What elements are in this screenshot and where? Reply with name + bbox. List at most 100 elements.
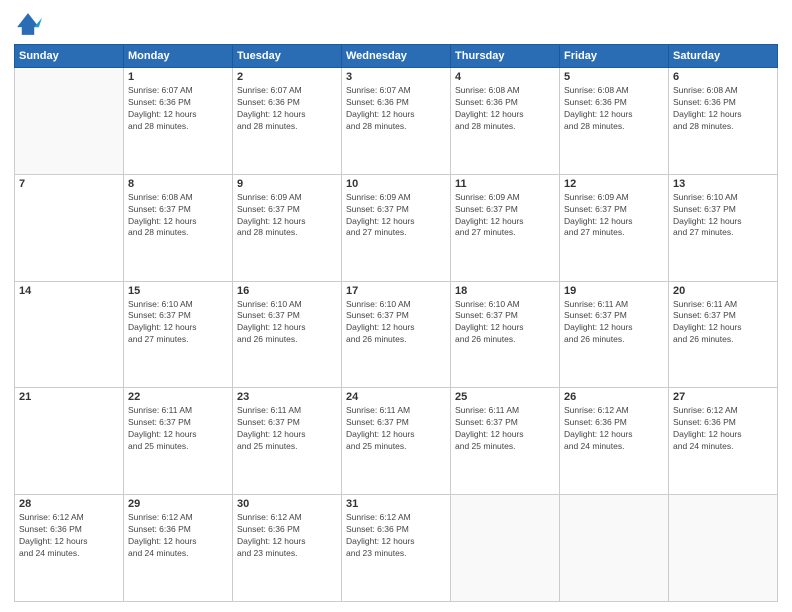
calendar-cell: 8 Sunrise: 6:08 AMSunset: 6:37 PMDaylight… (124, 174, 233, 281)
calendar-cell: 26Sunrise: 6:12 AMSunset: 6:36 PMDayligh… (560, 388, 669, 495)
calendar-cell: 31 Sunrise: 6:12 AMSunset: 6:36 PMDayligh… (342, 495, 451, 602)
day-number: 25 (455, 391, 555, 403)
day-number: 21 (19, 391, 119, 403)
calendar-cell: 16 Sunrise: 6:10 AMSunset: 6:37 PMDayligh… (233, 281, 342, 388)
calendar-week-row: 78 Sunrise: 6:08 AMSunset: 6:37 PMDayligh… (15, 174, 778, 281)
day-number: 16 (237, 285, 337, 297)
calendar-cell: 25 Sunrise: 6:11 AMSunset: 6:37 PMDayligh… (451, 388, 560, 495)
calendar-cell: 17Sunrise: 6:10 AMSunset: 6:37 PMDayligh… (342, 281, 451, 388)
day-header-sunday: Sunday (15, 45, 124, 68)
day-number: 5 (564, 71, 664, 83)
calendar-cell: 9 Sunrise: 6:09 AMSunset: 6:37 PMDaylight… (233, 174, 342, 281)
day-info: Sunrise: 6:12 AMSunset: 6:36 PMDaylight:… (128, 512, 228, 560)
calendar-cell: 2 Sunrise: 6:07 AMSunset: 6:36 PMDaylight… (233, 68, 342, 175)
day-number: 9 (237, 178, 337, 190)
calendar-week-row: 21 22 Sunrise: 6:11 AMSunset: 6:37 PMDayli… (15, 388, 778, 495)
day-info: Sunrise: 6:11 AMSunset: 6:37 PMDaylight:… (237, 405, 337, 453)
day-number: 13 (673, 178, 773, 190)
day-number: 20 (673, 285, 773, 297)
day-info: Sunrise: 6:11 AMSunset: 6:37 PMDaylight:… (346, 405, 446, 453)
day-info: Sunrise: 6:09 AMSunset: 6:37 PMDaylight:… (455, 192, 555, 240)
calendar-cell: 14 (15, 281, 124, 388)
day-number: 2 (237, 71, 337, 83)
day-info: Sunrise: 6:11 AMSunset: 6:37 PMDaylight:… (673, 299, 773, 347)
day-header-tuesday: Tuesday (233, 45, 342, 68)
day-header-thursday: Thursday (451, 45, 560, 68)
calendar-cell: 6 Sunrise: 6:08 AMSunset: 6:36 PMDaylight… (669, 68, 778, 175)
day-info: Sunrise: 6:11 AMSunset: 6:37 PMDaylight:… (128, 405, 228, 453)
calendar-cell: 19Sunrise: 6:11 AMSunset: 6:37 PMDayligh… (560, 281, 669, 388)
day-number: 30 (237, 498, 337, 510)
header (14, 10, 778, 38)
day-info: Sunrise: 6:12 AMSunset: 6:36 PMDaylight:… (19, 512, 119, 560)
day-info: Sunrise: 6:10 AMSunset: 6:37 PMDaylight:… (455, 299, 555, 347)
day-number: 10 (346, 178, 446, 190)
day-number: 17 (346, 285, 446, 297)
day-number: 28 (19, 498, 119, 510)
day-number: 19 (564, 285, 664, 297)
calendar-cell: 7 (15, 174, 124, 281)
day-info: Sunrise: 6:07 AMSunset: 6:36 PMDaylight:… (237, 85, 337, 133)
calendar-cell (451, 495, 560, 602)
day-number: 24 (346, 391, 446, 403)
day-number: 3 (346, 71, 446, 83)
calendar-cell: 30 Sunrise: 6:12 AMSunset: 6:36 PMDayligh… (233, 495, 342, 602)
calendar-cell: 3 Sunrise: 6:07 AMSunset: 6:36 PMDaylight… (342, 68, 451, 175)
calendar-cell: 18 Sunrise: 6:10 AMSunset: 6:37 PMDayligh… (451, 281, 560, 388)
day-number: 6 (673, 71, 773, 83)
day-header-wednesday: Wednesday (342, 45, 451, 68)
day-number: 4 (455, 71, 555, 83)
day-info: Sunrise: 6:08 AMSunset: 6:37 PMDaylight:… (128, 192, 228, 240)
day-info: Sunrise: 6:07 AMSunset: 6:36 PMDaylight:… (128, 85, 228, 133)
day-info: Sunrise: 6:10 AMSunset: 6:37 PMDaylight:… (128, 299, 228, 347)
day-info: Sunrise: 6:08 AMSunset: 6:36 PMDaylight:… (564, 85, 664, 133)
day-header-monday: Monday (124, 45, 233, 68)
calendar-cell: 27 Sunrise: 6:12 AMSunset: 6:36 PMDayligh… (669, 388, 778, 495)
calendar-cell: 20 Sunrise: 6:11 AMSunset: 6:37 PMDayligh… (669, 281, 778, 388)
day-info: Sunrise: 6:10 AMSunset: 6:37 PMDaylight:… (673, 192, 773, 240)
day-number: 18 (455, 285, 555, 297)
day-number: 11 (455, 178, 555, 190)
calendar-table: SundayMondayTuesdayWednesdayThursdayFrid… (14, 44, 778, 602)
day-number: 15 (128, 285, 228, 297)
calendar-cell: 22 Sunrise: 6:11 AMSunset: 6:37 PMDayligh… (124, 388, 233, 495)
day-number: 27 (673, 391, 773, 403)
day-info: Sunrise: 6:10 AMSunset: 6:37 PMDaylight:… (237, 299, 337, 347)
day-number: 26 (564, 391, 664, 403)
day-info: Sunrise: 6:08 AMSunset: 6:36 PMDaylight:… (673, 85, 773, 133)
calendar-cell: 29 Sunrise: 6:12 AMSunset: 6:36 PMDayligh… (124, 495, 233, 602)
day-info: Sunrise: 6:09 AMSunset: 6:37 PMDaylight:… (237, 192, 337, 240)
day-info: Sunrise: 6:12 AMSunset: 6:36 PMDaylight:… (673, 405, 773, 453)
day-info: Sunrise: 6:07 AMSunset: 6:36 PMDaylight:… (346, 85, 446, 133)
calendar-cell: 28 Sunrise: 6:12 AMSunset: 6:36 PMDayligh… (15, 495, 124, 602)
day-number: 7 (19, 178, 119, 190)
day-number: 14 (19, 285, 119, 297)
day-header-saturday: Saturday (669, 45, 778, 68)
day-number: 8 (128, 178, 228, 190)
calendar-cell (669, 495, 778, 602)
calendar-cell: 5 Sunrise: 6:08 AMSunset: 6:36 PMDaylight… (560, 68, 669, 175)
calendar-cell: 1Sunrise: 6:07 AMSunset: 6:36 PMDaylight… (124, 68, 233, 175)
calendar-week-row: 28 Sunrise: 6:12 AMSunset: 6:36 PMDayligh… (15, 495, 778, 602)
calendar-header-row: SundayMondayTuesdayWednesdayThursdayFrid… (15, 45, 778, 68)
day-number: 23 (237, 391, 337, 403)
day-number: 12 (564, 178, 664, 190)
calendar-cell: 24 Sunrise: 6:11 AMSunset: 6:37 PMDayligh… (342, 388, 451, 495)
calendar-cell: 15 Sunrise: 6:10 AMSunset: 6:37 PMDayligh… (124, 281, 233, 388)
day-number: 22 (128, 391, 228, 403)
logo-icon (14, 10, 42, 38)
day-info: Sunrise: 6:08 AMSunset: 6:36 PMDaylight:… (455, 85, 555, 133)
day-info: Sunrise: 6:12 AMSunset: 6:36 PMDaylight:… (346, 512, 446, 560)
calendar-cell: 10Sunrise: 6:09 AMSunset: 6:37 PMDayligh… (342, 174, 451, 281)
calendar-cell: 13 Sunrise: 6:10 AMSunset: 6:37 PMDayligh… (669, 174, 778, 281)
day-number: 31 (346, 498, 446, 510)
day-info: Sunrise: 6:09 AMSunset: 6:37 PMDaylight:… (564, 192, 664, 240)
calendar-week-row: 1Sunrise: 6:07 AMSunset: 6:36 PMDaylight… (15, 68, 778, 175)
calendar-week-row: 14 15 Sunrise: 6:10 AMSunset: 6:37 PMDayli… (15, 281, 778, 388)
calendar-cell: 21 (15, 388, 124, 495)
day-number: 29 (128, 498, 228, 510)
day-info: Sunrise: 6:12 AMSunset: 6:36 PMDaylight:… (237, 512, 337, 560)
day-info: Sunrise: 6:11 AMSunset: 6:37 PMDaylight:… (455, 405, 555, 453)
calendar-cell: 23 Sunrise: 6:11 AMSunset: 6:37 PMDayligh… (233, 388, 342, 495)
calendar-cell (560, 495, 669, 602)
